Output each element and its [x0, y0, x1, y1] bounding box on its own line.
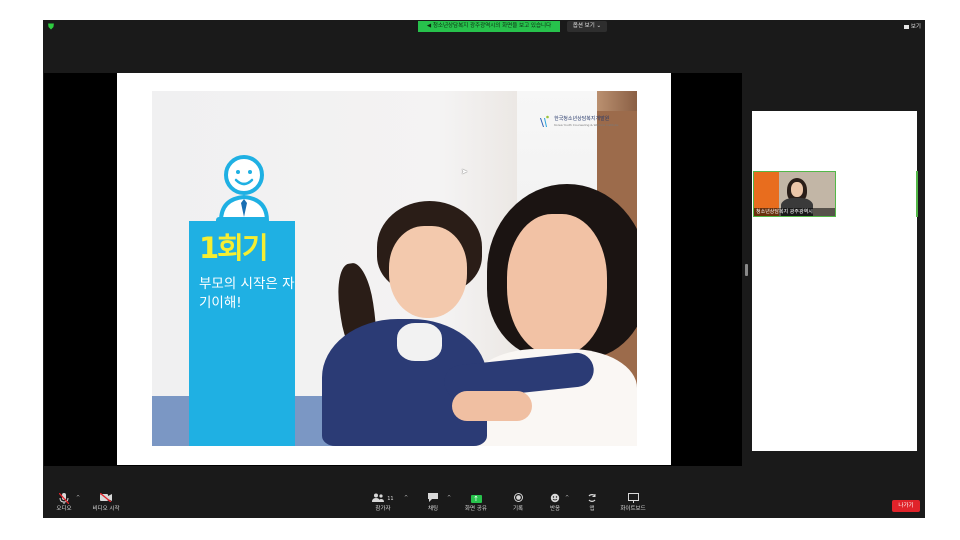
session-title: 1회기 [199, 231, 269, 265]
logo-text: 한국청소년상담복지개발원 [554, 115, 610, 122]
participants-count: 11 [387, 496, 394, 502]
logo-subtext: Korea Youth Counseling & Welfare Institu… [554, 122, 619, 127]
apps-icon [581, 493, 603, 505]
audio-button[interactable]: 오디오 ^ [51, 492, 80, 517]
apps-button[interactable]: 앱 [581, 493, 603, 517]
participant-video-tile[interactable]: 청소년상담복지 광주광역시 [753, 171, 836, 217]
participant-name: 청소년상담복지 광주광역시 [754, 208, 835, 216]
shield-icon[interactable]: ⛊ [48, 23, 56, 31]
whiteboard-label: 화이트보드 [620, 506, 646, 512]
participants-icon: 11 [370, 493, 396, 505]
split-view-handle[interactable] [745, 264, 748, 276]
audio-caret-icon[interactable]: ^ [76, 495, 80, 501]
chat-icon [421, 493, 445, 505]
reactions-caret-icon[interactable]: ^ [565, 495, 569, 501]
session-subtitle: 부모의 시작은 자기이해! [199, 276, 295, 311]
share-screen-label: 화면 공유 [465, 506, 487, 512]
view-button[interactable]: 보기 [903, 22, 921, 32]
grid-icon [903, 24, 909, 29]
woman-face [507, 214, 607, 356]
video-off-icon [89, 492, 123, 505]
record-icon [506, 493, 530, 505]
whiteboard-button[interactable]: 화이트보드 [617, 493, 649, 517]
smiley-mascot-icon [218, 155, 270, 223]
girl-collar [397, 323, 442, 361]
view-button-label: 보기 [910, 24, 921, 30]
chat-button[interactable]: 채팅 ^ [421, 493, 451, 517]
record-button[interactable]: 기록 [506, 493, 530, 517]
start-video-button[interactable]: 비디오 시작 [89, 492, 123, 517]
video-label: 비디오 시작 [92, 506, 120, 512]
audio-label: 오디오 [56, 506, 72, 512]
participants-caret-icon[interactable]: ^ [404, 495, 408, 501]
apps-label: 앱 [589, 506, 595, 512]
chat-caret-icon[interactable]: ^ [447, 495, 451, 501]
reactions-label: 반응 [549, 506, 561, 512]
mic-muted-icon [51, 492, 77, 505]
share-screen-icon: ↑ [470, 494, 482, 503]
reactions-icon [543, 493, 567, 505]
leave-button[interactable]: 나가기 [892, 500, 920, 512]
zoom-window: ⛊ ◀ 청소년상담복지 광주광역시의 화면을 보고 있습니다 옵션 보기 ⌄ 보… [43, 20, 925, 518]
title-panel: 1회기 부모의 시작은 자기이해! 06 [189, 217, 295, 446]
institute-logo-icon [540, 115, 549, 127]
view-options-button[interactable]: 옵션 보기 ⌄ [567, 21, 607, 32]
reactions-button[interactable]: 반응 ^ [543, 493, 569, 517]
top-bar: ⛊ ◀ 청소년상담복지 광주광역시의 화면을 보고 있습니다 옵션 보기 ⌄ 보… [43, 20, 925, 34]
participant-gallery: 청소년상담복지 광주광역시 [752, 111, 917, 451]
active-speaker-indicator [916, 171, 918, 217]
share-screen-button[interactable]: ↑ 화면 공유 [460, 493, 492, 517]
participants-button[interactable]: 11 참가자 ^ [370, 493, 408, 517]
institute-logo: 한국청소년상담복지개발원 Korea Youth Counseling & Wel… [539, 111, 618, 130]
chat-label: 채팅 [427, 506, 439, 512]
participants-label: 참가자 [375, 506, 391, 512]
meeting-toolbar: 오디오 ^ 비디오 시작 11 참가자 ^ 채팅 ^ ↑ 화면 공유 기록 반응… [43, 490, 925, 518]
girl-face [389, 226, 467, 318]
screen-share-banner: ◀ 청소년상담복지 광주광역시의 화면을 보고 있습니다 [418, 21, 560, 32]
whiteboard-icon [617, 493, 649, 505]
mouse-cursor-icon: ➤ [461, 167, 468, 176]
hands [452, 391, 532, 421]
shared-screen-area[interactable]: 한국청소년상담복지개발원 Korea Youth Counseling & Wel… [44, 73, 742, 466]
record-label: 기록 [512, 506, 524, 512]
slide-photo: 한국청소년상담복지개발원 Korea Youth Counseling & Wel… [152, 91, 637, 446]
presentation-slide: 한국청소년상담복지개발원 Korea Youth Counseling & Wel… [117, 73, 671, 465]
